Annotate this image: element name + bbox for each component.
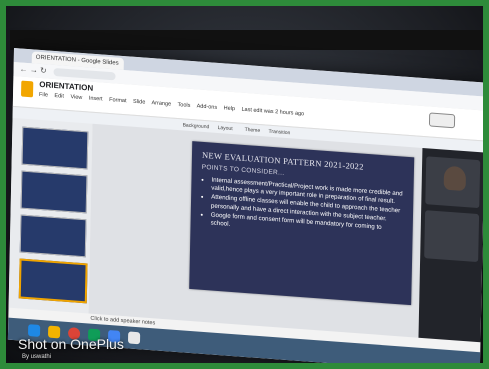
current-slide[interactable]: NEW EVALUATION PATTERN 2021-2022 POINTS … [189,141,415,306]
laptop-screen: ORIENTATION - Google Slides ← → ↻ ORIENT… [7,48,486,369]
present-button[interactable] [428,112,456,129]
slide-thumbnail[interactable] [20,170,88,214]
camera-watermark: Shot on OnePlus [18,336,124,352]
slide-thumbnail-selected[interactable] [18,258,88,304]
participant-video [443,165,467,192]
menu-addons[interactable]: Add-ons [197,103,218,110]
toolbar-theme[interactable]: Theme [245,127,261,134]
participant-tile[interactable] [425,156,481,209]
slide-filmstrip [8,117,93,314]
google-slides-logo-icon[interactable] [20,80,34,98]
meeting-panel [418,147,485,343]
laptop-bezel [10,30,489,50]
toolbar-transition[interactable]: Transition [269,129,291,137]
menu-help[interactable]: Help [224,105,235,112]
menu-arrange[interactable]: Arrange [151,100,171,107]
slide-thumbnail[interactable] [21,126,89,170]
taskbar-app-icon[interactable] [127,331,141,345]
back-forward-icon[interactable]: ← → ↻ [19,64,46,75]
participant-tile[interactable] [424,210,480,263]
bullet-list: Internal assessment/Practical/Project wo… [200,176,403,242]
menu-slide[interactable]: Slide [133,99,145,106]
photo: ORIENTATION - Google Slides ← → ↻ ORIENT… [0,0,489,369]
menu-tools[interactable]: Tools [177,102,190,109]
url-field[interactable] [53,67,116,81]
menu-file[interactable]: File [39,92,48,99]
toolbar-layout[interactable]: Layout [218,125,233,132]
menu-view[interactable]: View [70,94,82,101]
slide-thumbnail[interactable] [19,214,87,258]
menu-insert[interactable]: Insert [89,96,103,103]
toolbar-background[interactable]: Background [183,122,210,130]
slide-canvas: NEW EVALUATION PATTERN 2021-2022 POINTS … [88,123,423,338]
camera-watermark-author: By uswathi [22,354,52,360]
last-edit-link[interactable]: Last edit was 2 hours ago [241,107,304,118]
menu-edit[interactable]: Edit [54,93,64,100]
menu-format[interactable]: Format [109,97,127,104]
doc-title[interactable]: ORIENTATION [39,80,93,93]
